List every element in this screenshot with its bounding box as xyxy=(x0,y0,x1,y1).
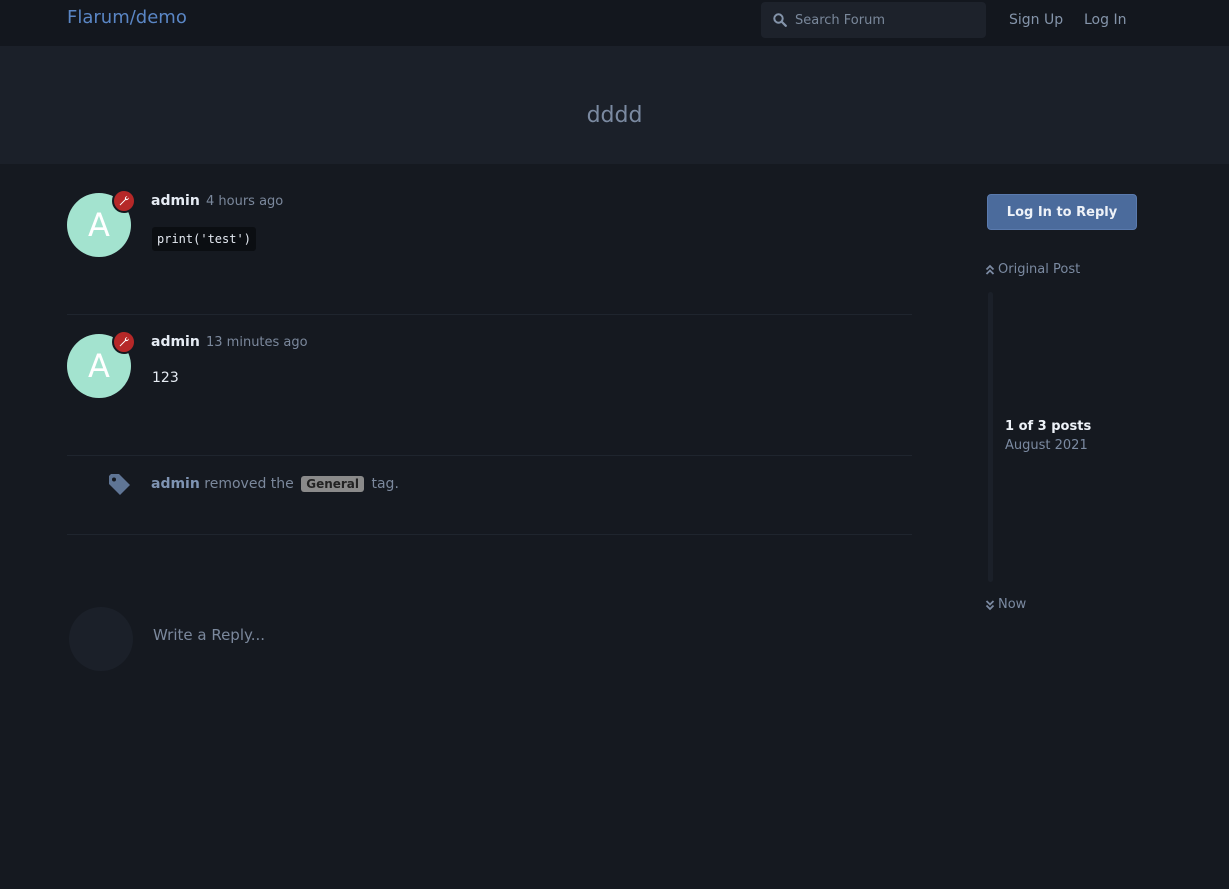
wrench-icon xyxy=(119,337,129,347)
sign-up-link[interactable]: Sign Up xyxy=(1009,12,1063,28)
search-placeholder: Search Forum xyxy=(795,12,886,28)
log-in-to-reply-button[interactable]: Log In to Reply xyxy=(987,194,1137,230)
scrubber-track[interactable] xyxy=(988,292,993,582)
event-action: removed the xyxy=(204,476,294,492)
search-input[interactable]: Search Forum xyxy=(761,2,986,38)
top-header: Flarum/demo Search Forum Sign Up Log In xyxy=(0,0,1229,46)
post-body: 123 xyxy=(152,370,179,386)
wrench-icon xyxy=(119,196,129,206)
code-snippet: print('test') xyxy=(152,227,256,251)
post-username[interactable]: admin xyxy=(151,193,200,209)
post-divider xyxy=(67,455,912,456)
write-reply-placeholder[interactable]: Write a Reply... xyxy=(153,626,265,644)
event-suffix: tag. xyxy=(371,476,399,492)
post-username[interactable]: admin xyxy=(151,334,200,350)
forum-brand-link[interactable]: Flarum/demo xyxy=(67,7,187,28)
avatar-letter: A xyxy=(88,206,110,244)
discussion-title: dddd xyxy=(586,103,643,128)
tag-icon xyxy=(109,474,130,495)
scrubber-position: 1 of 3 posts xyxy=(1005,419,1092,434)
log-in-link[interactable]: Log In xyxy=(1084,12,1126,28)
admin-badge xyxy=(112,189,136,213)
scrubber-date: August 2021 xyxy=(1005,438,1088,453)
original-post-link[interactable]: Original Post xyxy=(985,262,1080,277)
admin-badge xyxy=(112,330,136,354)
reply-avatar xyxy=(69,607,133,671)
post-time[interactable]: 13 minutes ago xyxy=(206,335,308,350)
discussion-hero: dddd xyxy=(0,46,1229,164)
post-divider xyxy=(67,534,912,535)
double-chevron-up-icon xyxy=(985,264,995,275)
event-username[interactable]: admin xyxy=(151,476,200,492)
now-link[interactable]: Now xyxy=(985,597,1026,612)
double-chevron-down-icon xyxy=(985,599,995,610)
post-divider xyxy=(67,314,912,315)
now-label: Now xyxy=(998,597,1027,612)
search-icon xyxy=(773,13,787,27)
avatar-letter: A xyxy=(88,347,110,385)
event-text: admin removed the General tag. xyxy=(151,476,399,492)
tag-label[interactable]: General xyxy=(301,476,365,492)
post-time[interactable]: 4 hours ago xyxy=(206,194,283,209)
original-post-label: Original Post xyxy=(998,262,1081,277)
